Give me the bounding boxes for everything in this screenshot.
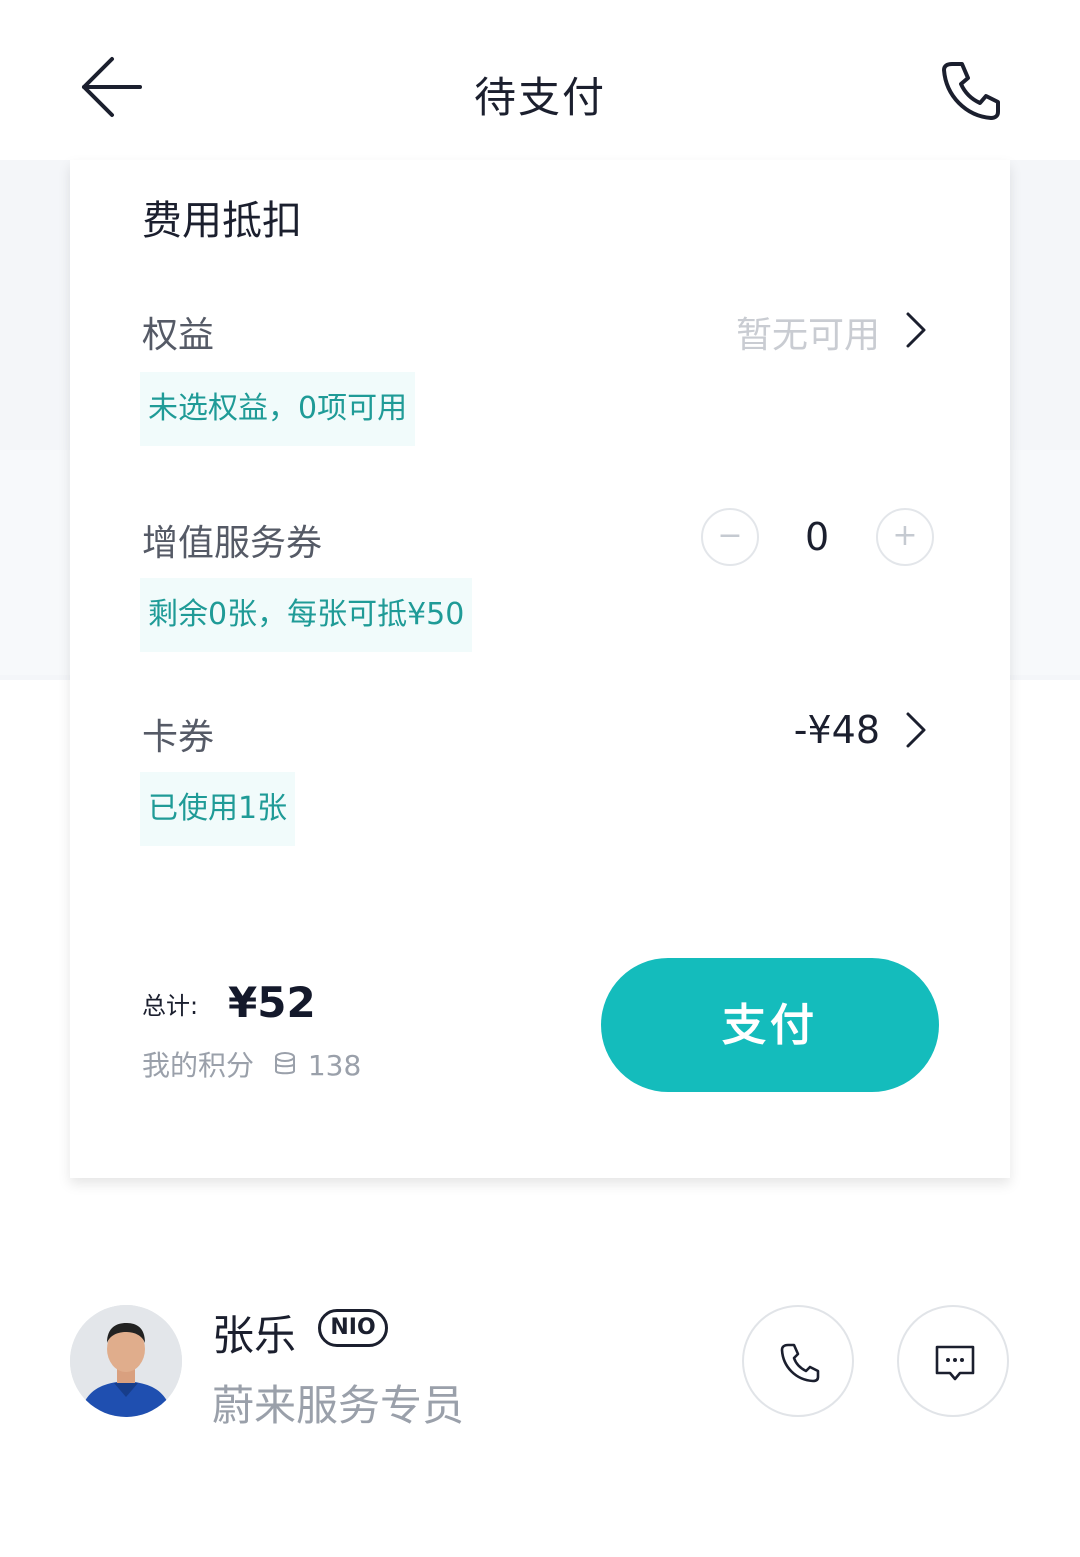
total-label: 总计:: [142, 992, 199, 1020]
points-row: 我的积分 138: [142, 1044, 361, 1084]
increment-button[interactable]: +: [876, 508, 934, 566]
points-icon: [273, 1051, 297, 1084]
specialist-role: 蔚来服务专员: [212, 1381, 465, 1430]
chevron-right-icon[interactable]: [900, 710, 930, 750]
coupon-label: 增值服务券: [142, 523, 323, 564]
specialist-name: 张乐: [212, 1311, 297, 1360]
chat-icon: [935, 1345, 975, 1381]
card-coupon-label: 卡券: [142, 717, 215, 758]
deduction-card: 费用抵扣 权益 暂无可用 未选权益，0项可用 增值服务券 − 0 + 剩余0张，…: [70, 160, 1010, 1178]
phone-icon[interactable]: [938, 58, 1002, 122]
rights-label: 权益: [142, 315, 215, 356]
quantity-value: 0: [805, 515, 830, 559]
rights-status[interactable]: 暂无可用: [736, 306, 880, 358]
rights-note: 未选权益，0项可用: [140, 372, 416, 446]
page-title: 待支付: [473, 73, 606, 122]
top-bar: 待支付: [0, 0, 1080, 160]
points-label: 我的积分: [142, 1049, 255, 1082]
section-title: 费用抵扣: [142, 198, 302, 244]
chevron-right-icon[interactable]: [900, 310, 930, 350]
call-button[interactable]: [742, 1305, 854, 1417]
total-value: ¥52: [228, 978, 316, 1027]
message-button[interactable]: [897, 1305, 1009, 1417]
avatar: [70, 1305, 182, 1417]
card-coupon-amount[interactable]: -¥48: [794, 708, 880, 752]
pay-button[interactable]: 支付: [601, 958, 939, 1092]
coupon-note: 剩余0张，每张可抵¥50: [140, 578, 473, 652]
decrement-button[interactable]: −: [701, 508, 759, 566]
nio-badge: NIO: [318, 1309, 388, 1347]
phone-icon: [780, 1343, 820, 1383]
points-value: 138: [307, 1049, 362, 1082]
card-coupon-note: 已使用1张: [140, 772, 296, 846]
